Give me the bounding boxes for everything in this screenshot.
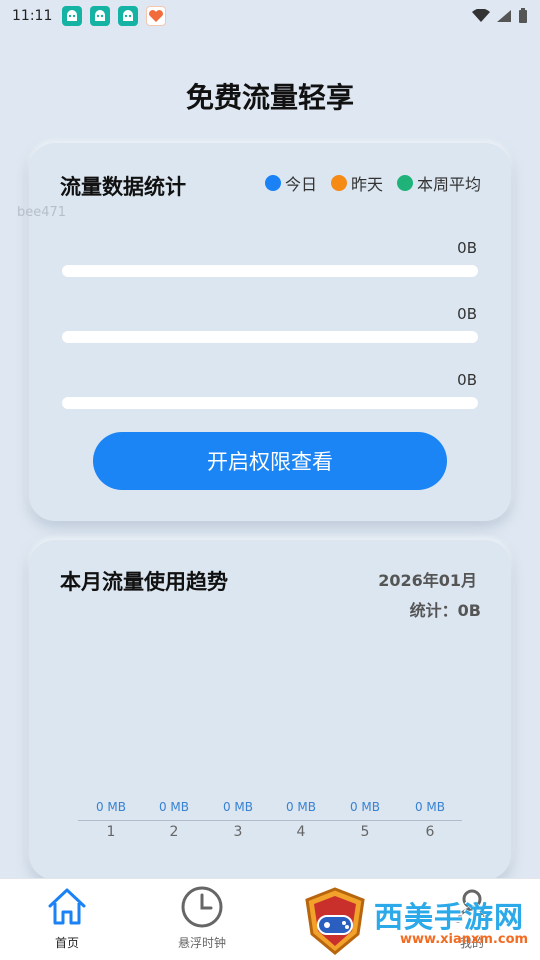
wifi-icon <box>472 9 490 22</box>
week-avg-value: 0B <box>457 371 477 389</box>
today-dot-icon <box>264 175 281 191</box>
trend-day-4: 0 MB 4 <box>271 800 331 840</box>
enable-permission-button[interactable]: 开启权限查看 <box>93 432 447 490</box>
legend-today: 今日 <box>264 171 317 195</box>
legend-today-label: 今日 <box>284 175 317 194</box>
trend-day-label: 4 <box>296 824 306 840</box>
legend-week-avg-label: 本周平均 <box>416 175 481 194</box>
trend-day-label: 3 <box>233 824 243 840</box>
yesterday-dot-icon <box>330 175 347 191</box>
battery-icon <box>519 8 527 23</box>
stats-card-title: 流量数据统计 <box>60 175 186 199</box>
trend-day-label: 5 <box>360 824 370 840</box>
week-avg-progress-bar <box>62 397 478 409</box>
watermark-label: bee471 <box>17 205 67 220</box>
month-label: 2026年01月 <box>378 571 477 590</box>
nav-home-label: 首页 <box>54 936 79 950</box>
monthly-total-label: 统计：0B <box>409 601 481 620</box>
site-brand-text: 西美手游网 <box>374 900 525 934</box>
trend-day-label: 2 <box>169 824 179 840</box>
today-value: 0B <box>457 239 477 257</box>
site-watermark: 西美手游网 www.xianxm.com <box>300 884 540 960</box>
nav-home[interactable]: 首页 <box>22 885 112 951</box>
status-bar: 11:11 <box>0 0 540 32</box>
nav-floating-clock[interactable]: 悬浮时钟 <box>157 885 247 951</box>
trend-day-6: 0 MB 6 <box>400 800 460 840</box>
trend-chart: 0 MB 1 0 MB 2 0 MB 3 0 MB 4 0 MB 5 0 MB … <box>78 800 462 850</box>
trend-day-2: 0 MB 2 <box>144 800 204 840</box>
legend: 今日 昨天 本周平均 <box>264 171 481 195</box>
legend-week-avg: 本周平均 <box>396 171 481 195</box>
heart-app-icon <box>146 6 167 26</box>
page-title: 免费流量轻享 <box>185 81 354 114</box>
legend-yesterday: 昨天 <box>330 171 383 195</box>
trend-day-value: 0 MB <box>414 800 446 814</box>
site-url-text: www.xianxm.com <box>400 932 529 947</box>
trend-card-title: 本月流量使用趋势 <box>60 570 228 594</box>
app-notification-icon <box>62 6 83 26</box>
app-notification-icon <box>90 6 111 26</box>
legend-yesterday-label: 昨天 <box>350 175 383 194</box>
week-avg-dot-icon <box>396 175 413 191</box>
yesterday-progress-bar <box>62 331 478 343</box>
trend-day-value: 0 MB <box>222 800 254 814</box>
trend-day-1: 0 MB 1 <box>81 800 141 840</box>
trend-day-value: 0 MB <box>285 800 317 814</box>
trend-day-value: 0 MB <box>349 800 381 814</box>
status-time: 11:11 <box>12 8 53 24</box>
clock-icon <box>181 886 223 928</box>
trend-day-5: 0 MB 5 <box>335 800 395 840</box>
signal-icon <box>497 10 511 22</box>
status-indicators <box>472 8 528 24</box>
today-progress-bar <box>62 265 478 277</box>
yesterday-value: 0B <box>457 305 477 323</box>
trend-day-label: 6 <box>425 824 435 840</box>
nav-floating-clock-label: 悬浮时钟 <box>177 936 226 950</box>
trend-day-label: 1 <box>106 824 116 840</box>
trend-day-value: 0 MB <box>95 800 127 814</box>
trend-day-value: 0 MB <box>158 800 190 814</box>
gamepad-shield-icon <box>305 887 365 955</box>
home-icon <box>48 888 86 925</box>
app-notification-icon <box>118 6 139 26</box>
trend-day-3: 0 MB 3 <box>208 800 268 840</box>
